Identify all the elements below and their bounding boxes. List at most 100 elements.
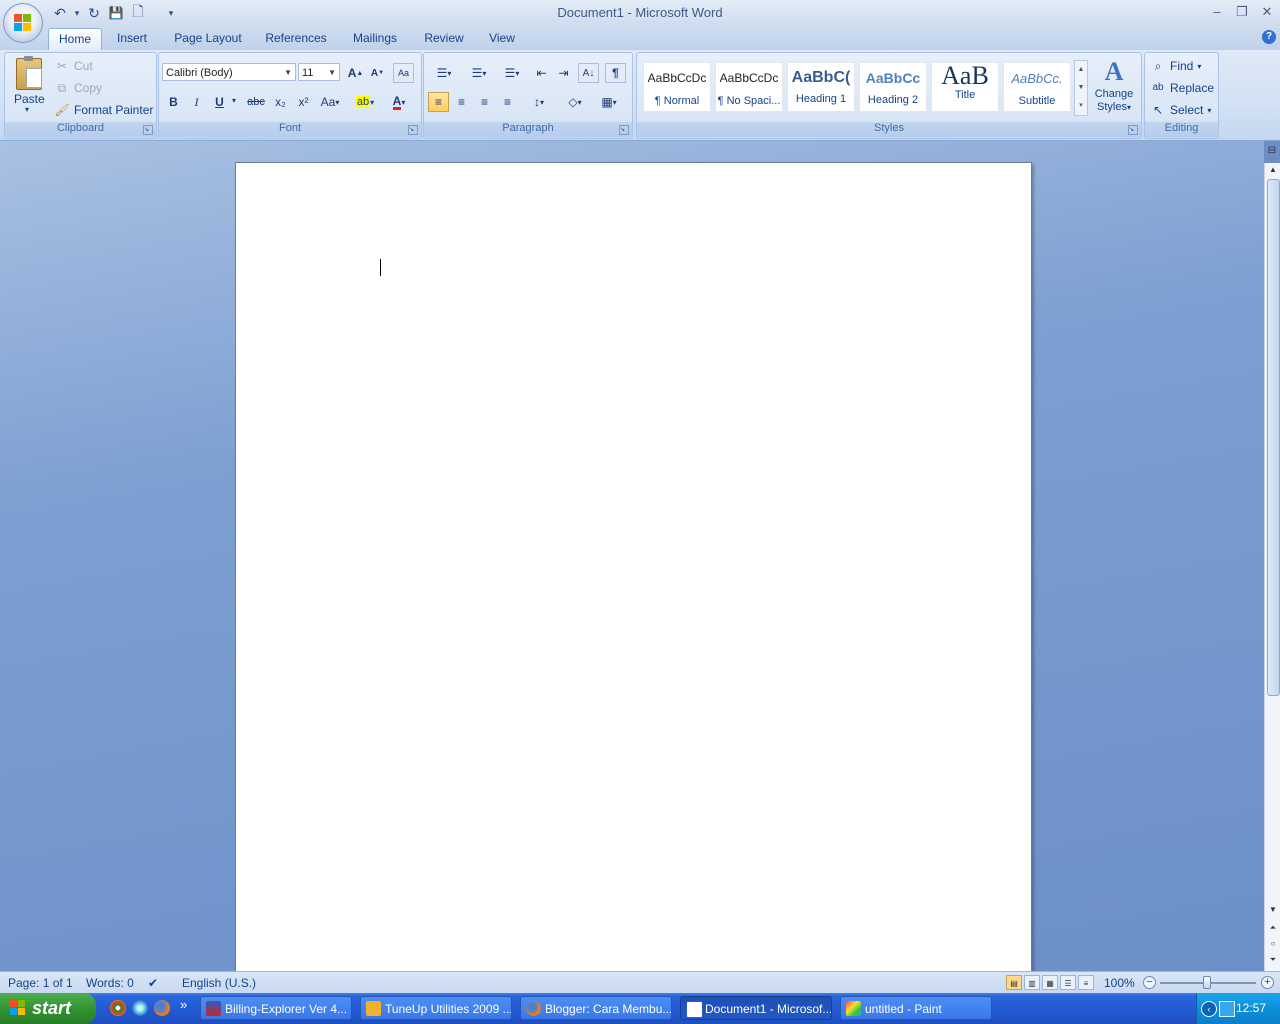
font-size-select[interactable]: 11 ▼: [298, 63, 340, 81]
shading-button[interactable]: ◇ ▾: [560, 92, 590, 112]
web-layout-icon[interactable]: ▦: [1042, 975, 1058, 990]
chevron-down-icon[interactable]: ▼: [1075, 79, 1087, 97]
superscript-button[interactable]: x²: [293, 92, 314, 112]
borders-button[interactable]: ▦ ▾: [594, 92, 624, 112]
subscript-button[interactable]: x₂: [270, 92, 291, 112]
decrease-indent-button[interactable]: ⇤: [531, 63, 552, 83]
font-color-button[interactable]: A ▾: [384, 92, 414, 112]
previous-page-icon[interactable]: ⏶: [1265, 921, 1280, 935]
paragraph-launcher-icon[interactable]: ↘: [619, 125, 629, 135]
strikethrough-button[interactable]: abc: [244, 92, 268, 112]
replace-button[interactable]: ab Replace: [1150, 80, 1214, 96]
outline-view-icon[interactable]: ☰: [1060, 975, 1076, 990]
draft-view-icon[interactable]: ≡: [1078, 975, 1094, 990]
taskbar-item-tuneup[interactable]: TuneUp Utilities 2009 ...: [360, 996, 512, 1020]
scroll-up-icon[interactable]: ▲: [1265, 163, 1280, 177]
full-screen-reading-icon[interactable]: ▥: [1024, 975, 1040, 990]
tab-insert[interactable]: Insert: [112, 28, 152, 49]
chevron-up-icon[interactable]: ▲: [1075, 61, 1087, 79]
minimize-button[interactable]: –: [1206, 4, 1228, 20]
style-heading-1[interactable]: AaBbC( Heading 1: [787, 62, 855, 112]
style-title[interactable]: AaB Title: [931, 61, 999, 112]
italic-button[interactable]: I: [186, 92, 207, 112]
word-count[interactable]: Words: 0: [86, 976, 134, 990]
format-painter-button[interactable]: 🖌 Format Painter: [54, 102, 153, 118]
proofing-icon[interactable]: ✔: [148, 976, 158, 990]
style-no-spacing[interactable]: AaBbCcDc ¶ No Spaci...: [715, 62, 783, 112]
styles-gallery-scroller[interactable]: ▲ ▼ ▾: [1074, 60, 1088, 116]
tab-view[interactable]: View: [484, 28, 520, 49]
line-spacing-button[interactable]: ↕ ▾: [524, 92, 554, 112]
show-formatting-marks-button[interactable]: ¶: [605, 63, 626, 83]
tab-page-layout[interactable]: Page Layout: [170, 28, 246, 49]
paste-label[interactable]: Paste: [14, 92, 45, 106]
highlight-button[interactable]: ab ▾: [350, 92, 380, 112]
bold-button[interactable]: B: [163, 92, 184, 112]
restore-button[interactable]: ❐: [1231, 4, 1253, 20]
align-center-button[interactable]: ≡: [451, 92, 472, 112]
browse-object-icon[interactable]: ○: [1265, 937, 1280, 951]
tab-review[interactable]: Review: [420, 28, 468, 49]
redo-icon[interactable]: ↻: [84, 4, 104, 22]
customize-qat-icon[interactable]: ▾: [164, 4, 178, 22]
zoom-level[interactable]: 100%: [1104, 976, 1135, 990]
page-count[interactable]: Page: 1 of 1: [8, 976, 73, 990]
next-page-icon[interactable]: ⏷: [1265, 953, 1280, 967]
grow-font-button[interactable]: A ▲: [345, 63, 366, 83]
sort-button[interactable]: A↓: [578, 63, 599, 83]
find-button[interactable]: ⌕ Find ▾: [1150, 58, 1202, 74]
style-normal[interactable]: AaBbCcDc ¶ Normal: [643, 62, 711, 112]
justify-button[interactable]: ≡: [497, 92, 518, 112]
zoom-slider-thumb[interactable]: [1203, 976, 1211, 989]
scrollbar-thumb[interactable]: [1267, 179, 1280, 696]
styles-launcher-icon[interactable]: ↘: [1128, 125, 1138, 135]
network-icon[interactable]: [1219, 1001, 1235, 1017]
font-launcher-icon[interactable]: ↘: [408, 125, 418, 135]
clear-formatting-button[interactable]: Aa: [393, 63, 414, 83]
quicklaunch-overflow-icon[interactable]: »: [180, 997, 187, 1012]
change-case-button[interactable]: Aa ▾: [316, 92, 344, 112]
copy-button[interactable]: ⧉ Copy: [54, 80, 102, 96]
style-heading-2[interactable]: AaBbCc Heading 2: [859, 62, 927, 112]
taskbar-item-billing-explorer[interactable]: Billing-Explorer Ver 4...: [200, 996, 352, 1020]
paste-dropdown-icon[interactable]: ▾: [25, 105, 29, 114]
select-button[interactable]: ↖ Select ▾: [1150, 102, 1211, 118]
help-icon[interactable]: ?: [1262, 30, 1276, 44]
style-subtitle[interactable]: AaBbCc. Subtitle: [1003, 62, 1071, 112]
zoom-out-icon[interactable]: −: [1143, 976, 1156, 989]
tab-mailings[interactable]: Mailings: [346, 28, 404, 49]
zoom-in-icon[interactable]: +: [1261, 976, 1274, 989]
tab-references[interactable]: References: [262, 28, 330, 49]
tab-home[interactable]: Home: [48, 28, 102, 50]
scroll-down-icon[interactable]: ▼: [1265, 903, 1280, 917]
numbering-button[interactable]: ☰ ▾: [463, 63, 495, 83]
underline-button[interactable]: U: [209, 92, 230, 112]
document-page[interactable]: [235, 162, 1032, 984]
increase-indent-button[interactable]: ⇥: [553, 63, 574, 83]
firefox-icon[interactable]: [154, 1000, 170, 1016]
align-left-button[interactable]: ≡: [428, 92, 449, 112]
taskbar-item-paint[interactable]: untitled - Paint: [840, 996, 992, 1020]
undo-icon[interactable]: ↶: [50, 4, 70, 22]
shrink-font-button[interactable]: A ▼: [367, 63, 388, 83]
clipboard-launcher-icon[interactable]: ↘: [143, 125, 153, 135]
align-right-button[interactable]: ≡: [474, 92, 495, 112]
language-indicator[interactable]: English (U.S.): [182, 976, 256, 990]
internet-explorer-icon[interactable]: [132, 1000, 148, 1016]
bullets-button[interactable]: ☰ ▾: [428, 63, 460, 83]
new-document-icon[interactable]: 🗋: [128, 3, 148, 22]
font-family-select[interactable]: Calibri (Body) ▼: [162, 63, 296, 81]
vertical-scrollbar[interactable]: ▲ ▼ ⏶ ○ ⏷: [1264, 163, 1280, 971]
change-styles-button[interactable]: A Change Styles▾: [1093, 56, 1135, 120]
chrome-icon[interactable]: [110, 1000, 126, 1016]
close-button[interactable]: ✕: [1256, 4, 1278, 20]
print-layout-view-icon[interactable]: ▤: [1006, 975, 1022, 990]
tray-expand-icon[interactable]: ‹: [1201, 1001, 1217, 1017]
cut-button[interactable]: ✂ Cut: [54, 58, 93, 74]
undo-dropdown-icon[interactable]: ▾: [72, 4, 82, 22]
save-icon[interactable]: 💾: [106, 4, 126, 22]
taskbar-item-word[interactable]: Document1 - Microsof...: [680, 996, 832, 1020]
multilevel-list-button[interactable]: ☰ ▾: [498, 63, 526, 83]
taskbar-item-blogger[interactable]: Blogger: Cara Membu...: [520, 996, 672, 1020]
underline-dropdown-icon[interactable]: ▾: [232, 96, 236, 105]
